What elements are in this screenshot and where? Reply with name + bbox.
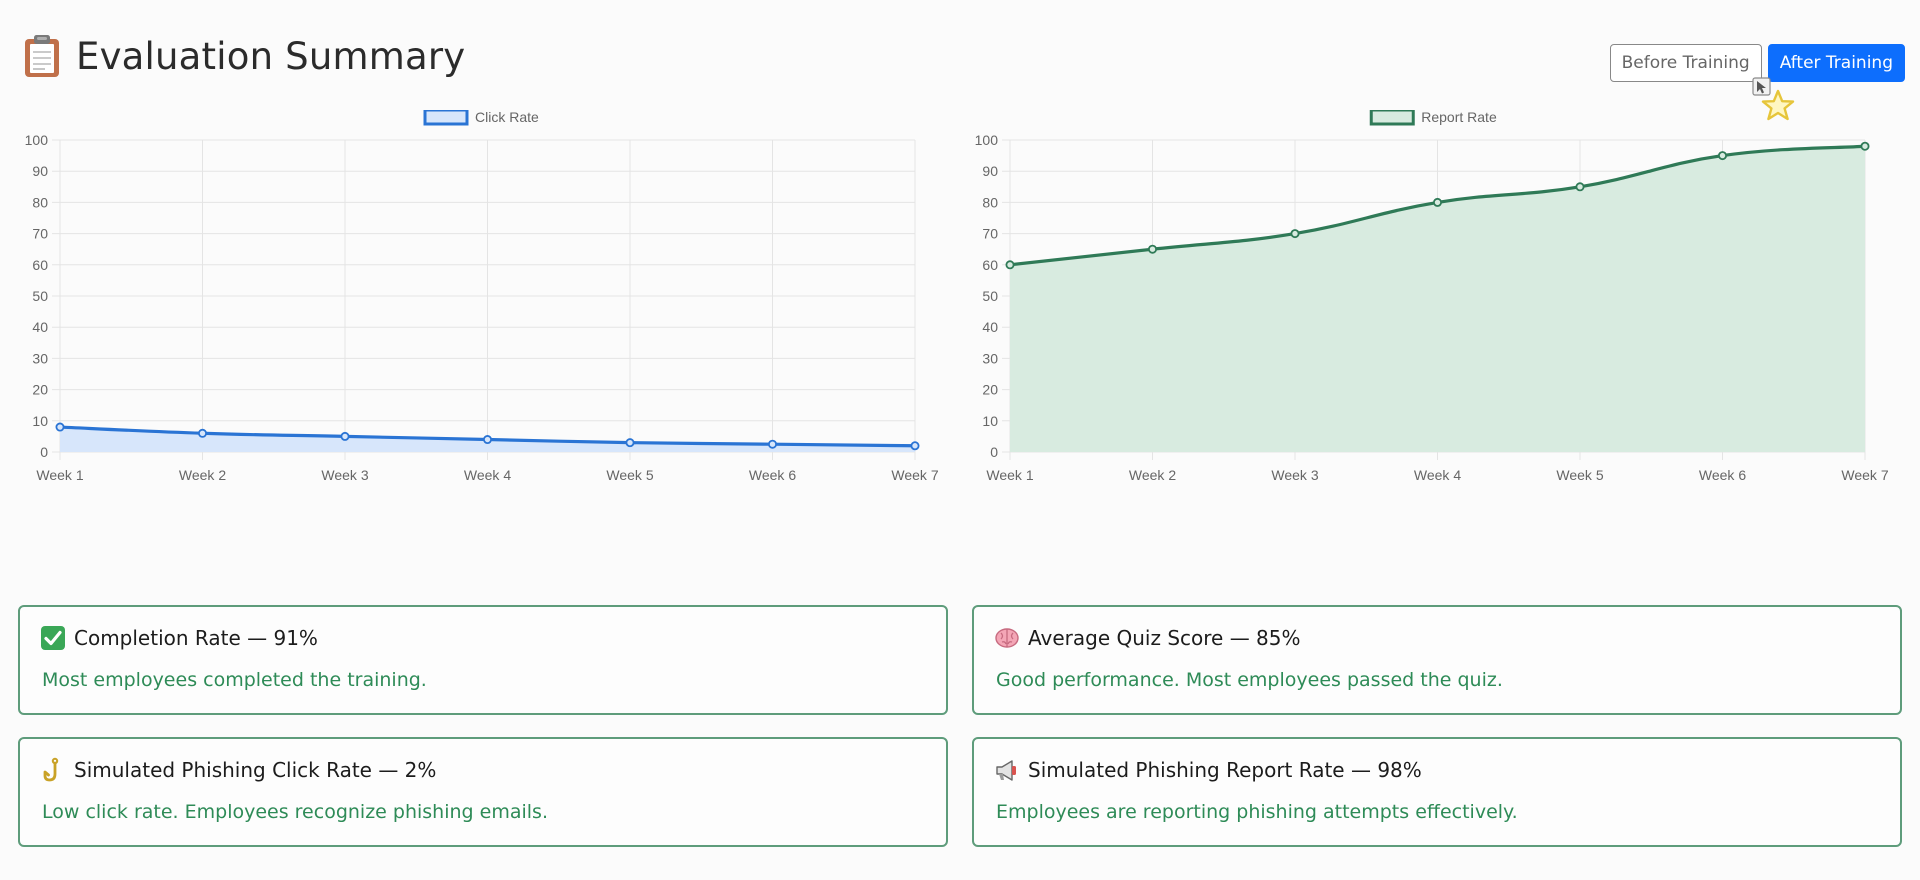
y-tick-label: 0 (990, 444, 998, 460)
data-point (1718, 151, 1728, 161)
legend-swatch (1369, 110, 1415, 126)
x-tick-label: Week 4 (464, 467, 511, 483)
y-tick-label: 60 (982, 257, 998, 273)
chart-legend: Report Rate (1369, 110, 1497, 126)
x-tick-label: Week 6 (1699, 467, 1746, 483)
y-tick-label: 40 (982, 319, 998, 335)
y-tick-label: 20 (32, 382, 48, 398)
data-point (910, 441, 920, 451)
phishing-click-rate-card: Simulated Phishing Click Rate — 2% Low c… (18, 737, 948, 847)
report-rate-chart: 0 10 20 30 40 50 60 70 80 90 100 Week 1 Week 2 Week 3… (960, 110, 1890, 570)
x-tick-label: Week 1 (36, 467, 83, 483)
chart-inner: 0 10 20 30 40 50 60 70 80 90 100 Week 1 Week 2 Week 3… (25, 110, 939, 483)
data-point (1860, 141, 1870, 151)
x-tick-label: Week 4 (1414, 467, 1461, 483)
card-description: Good performance. Most employees passed … (996, 669, 1503, 691)
card-description: Employees are reporting phishing attempt… (996, 801, 1518, 823)
click-rate-chart: 0 10 20 30 40 50 60 70 80 90 100 Week 1 Week 2 Week 3… (10, 110, 940, 570)
card-description: Low click rate. Employees recognize phis… (42, 801, 548, 823)
y-tick-label: 80 (32, 194, 48, 210)
brain-icon (995, 628, 1019, 648)
y-tick-label: 70 (982, 226, 998, 242)
y-tick-label: 100 (975, 132, 999, 148)
x-tick-label: Week 5 (1556, 467, 1603, 483)
y-tick-label: 90 (982, 163, 998, 179)
chart-inner: 0 10 20 30 40 50 60 70 80 90 100 Week 1 Week 2 Week 3… (975, 110, 1889, 483)
y-tick-label: 80 (982, 194, 998, 210)
chart-plot: 0 10 20 30 40 50 60 70 80 90 100 Week 1 Week 2 Week 3… (25, 110, 939, 483)
data-point (1147, 244, 1157, 254)
before-training-button[interactable]: Before Training (1609, 44, 1762, 82)
data-point (1005, 260, 1015, 270)
y-tick-label: 0 (40, 444, 48, 460)
data-point (1290, 229, 1300, 239)
x-tick-label: Week 1 (986, 467, 1033, 483)
data-point (340, 431, 350, 441)
card-title: Simulated Phishing Click Rate — 2% (74, 758, 437, 782)
card-title: Completion Rate — 91% (74, 626, 318, 650)
y-tick-label: 60 (32, 257, 48, 273)
evaluation-summary-page: Evaluation Summary Before Training After… (0, 0, 1920, 880)
y-tick-label: 30 (982, 350, 998, 366)
data-point (55, 422, 65, 432)
page-header: Evaluation Summary (22, 28, 465, 84)
average-quiz-score-card: Average Quiz Score — 85% Good performanc… (972, 605, 1902, 715)
chart-legend: Click Rate (423, 110, 539, 126)
x-tick-label: Week 2 (1129, 467, 1176, 483)
page-title: Evaluation Summary (76, 34, 466, 78)
y-tick-label: 50 (32, 288, 48, 304)
data-point (197, 428, 207, 438)
data-point (1575, 182, 1585, 192)
y-tick-label: 40 (32, 319, 48, 335)
data-point (1432, 197, 1442, 207)
clipboard-icon (25, 35, 59, 77)
data-point (625, 438, 635, 448)
y-tick-label: 10 (982, 413, 998, 429)
x-tick-label: Week 7 (891, 467, 938, 483)
completion-rate-card: Completion Rate — 91% Most employees com… (18, 605, 948, 715)
fishing-hook-icon (43, 757, 59, 782)
y-tick-label: 10 (32, 413, 48, 429)
card-title: Simulated Phishing Report Rate — 98% (1028, 758, 1422, 782)
data-point (768, 439, 778, 449)
y-tick-label: 70 (32, 226, 48, 242)
card-description: Most employees completed the training. (42, 669, 427, 691)
phishing-report-rate-card: Simulated Phishing Report Rate — 98% Emp… (972, 737, 1902, 847)
x-tick-label: Week 5 (606, 467, 653, 483)
legend-label: Click Rate (475, 110, 539, 125)
after-training-button[interactable]: After Training (1767, 44, 1905, 82)
chart-plot: 0 10 20 30 40 50 60 70 80 90 100 Week 1 Week 2 Week 3… (975, 110, 1889, 483)
data-point (482, 435, 492, 445)
x-tick-label: Week 6 (749, 467, 796, 483)
x-tick-label: Week 2 (179, 467, 226, 483)
y-tick-label: 30 (32, 350, 48, 366)
card-title: Average Quiz Score — 85% (1028, 626, 1301, 650)
x-tick-label: Week 3 (321, 467, 368, 483)
legend-swatch (423, 110, 469, 126)
legend-label: Report Rate (1421, 110, 1497, 125)
megaphone-icon (996, 760, 1016, 781)
y-tick-label: 50 (982, 288, 998, 304)
check-mark-icon (41, 626, 65, 650)
y-tick-label: 90 (32, 163, 48, 179)
x-tick-label: Week 7 (1841, 467, 1888, 483)
y-tick-label: 20 (982, 382, 998, 398)
y-tick-label: 100 (25, 132, 49, 148)
x-tick-label: Week 3 (1271, 467, 1318, 483)
